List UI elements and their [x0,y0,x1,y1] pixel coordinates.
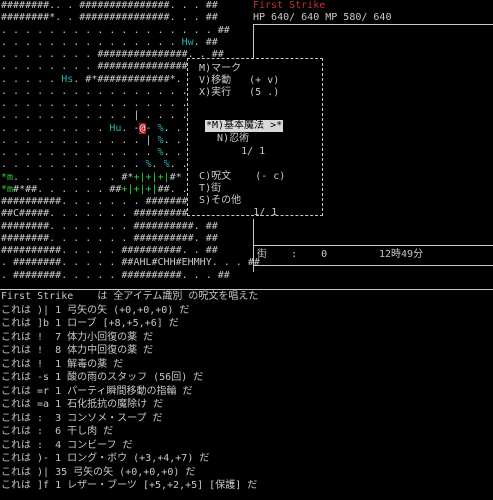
status-divider-mid [253,245,493,246]
menu-item-other[interactable]: S)その他 [187,195,324,207]
log-line: これは ]f 1 レザー・ブーツ [+5,+2,+5] [保護] だ [1,480,258,491]
menu-item-move[interactable]: V)移動 (+ v) [187,75,324,87]
log-line: これは ! 7 体力小回復の薬 だ [1,331,154,343]
submenu-page-indicator: 1/ 1 [241,146,266,157]
log-line: これは -s 1 酸の雨のスタッフ (56回) だ [1,372,204,383]
menu-item-mark[interactable]: M)マーク [187,63,324,75]
message-log: First Strike は 全アイテム識別 の呪文を唱えた これは )| 1 弓… [1,290,493,493]
menu-item-execute[interactable]: X)実行 (5 .) [187,87,324,99]
log-line: これは =r 1 パーティ瞬間移動の指輪 だ [1,385,193,397]
log-line: これは : 4 コンビーフ だ [1,439,133,451]
log-line: これは )- 1 ロング・ボウ (+3,+4,+7) だ [1,453,210,464]
menu-item-town[interactable]: T)街 [187,183,324,195]
map-row: ########*. . ###############. . . ## [1,12,218,24]
log-line: これは )| 1 弓矢の矢 (+0,+0,+0) だ [1,304,190,316]
map-row: . . . . . . . . . . . . . . . Hw. ## [1,36,218,48]
menu-page-indicator: 1/ 1 [253,207,278,218]
character-name: First Strike [253,0,326,11]
map-row: ##########. . . . . ##########. . ## [1,245,218,256]
map-row: . ########. . . . . ##########. . . ## [1,269,230,281]
submenu-item-ninjutsu[interactable]: N)忍術 [205,133,305,146]
location-readout: 街 : 0 [257,249,328,260]
menu-item-spell[interactable]: C)呪文 (- c) [187,171,324,183]
log-line: これは : 6 干し肉 だ [1,426,114,437]
log-line: これは =a 1 石化抵抗の魔除け だ [1,399,164,410]
spell-submenu: *M)基本魔法 >* N)忍術 1/ 1 [205,120,305,159]
submenu-item-basic-magic[interactable]: *M)基本魔法 >* [205,120,284,132]
log-line: これは )| 35 弓矢の矢 (+0,+0,+0) だ [1,466,196,478]
map-row: ########. . . . . . . ##########. ## [1,220,218,232]
log-line: これは ! 8 体力中回復の薬 だ [1,345,154,356]
status-divider-top [253,24,493,25]
map-row: . . . . . . . . . . . . . . . . . . ## [1,24,230,36]
status-divider-low [253,265,493,266]
log-line: これは : 3 コンソメ・スープ だ [1,412,163,424]
map-row: . ########. . . . . ##AHL#CHH#EHMHY. . .… [1,257,260,269]
map-row: ########.. . ###############. . . ## [1,0,218,11]
log-line: これは ]b 1 ローブ [+8,+5,+6] だ [1,318,179,329]
log-line: これは ! 1 解毒の薬 だ [1,358,124,370]
map-row: ########. . . . . . . ##########. ## [1,232,218,244]
log-line: First Strike は 全アイテム識別 の呪文を唱えた [1,291,259,302]
game-time: 12時49分 [379,249,424,260]
hp-mp-readout: HP 640/ 640 MP 580/ 640 [253,12,392,23]
